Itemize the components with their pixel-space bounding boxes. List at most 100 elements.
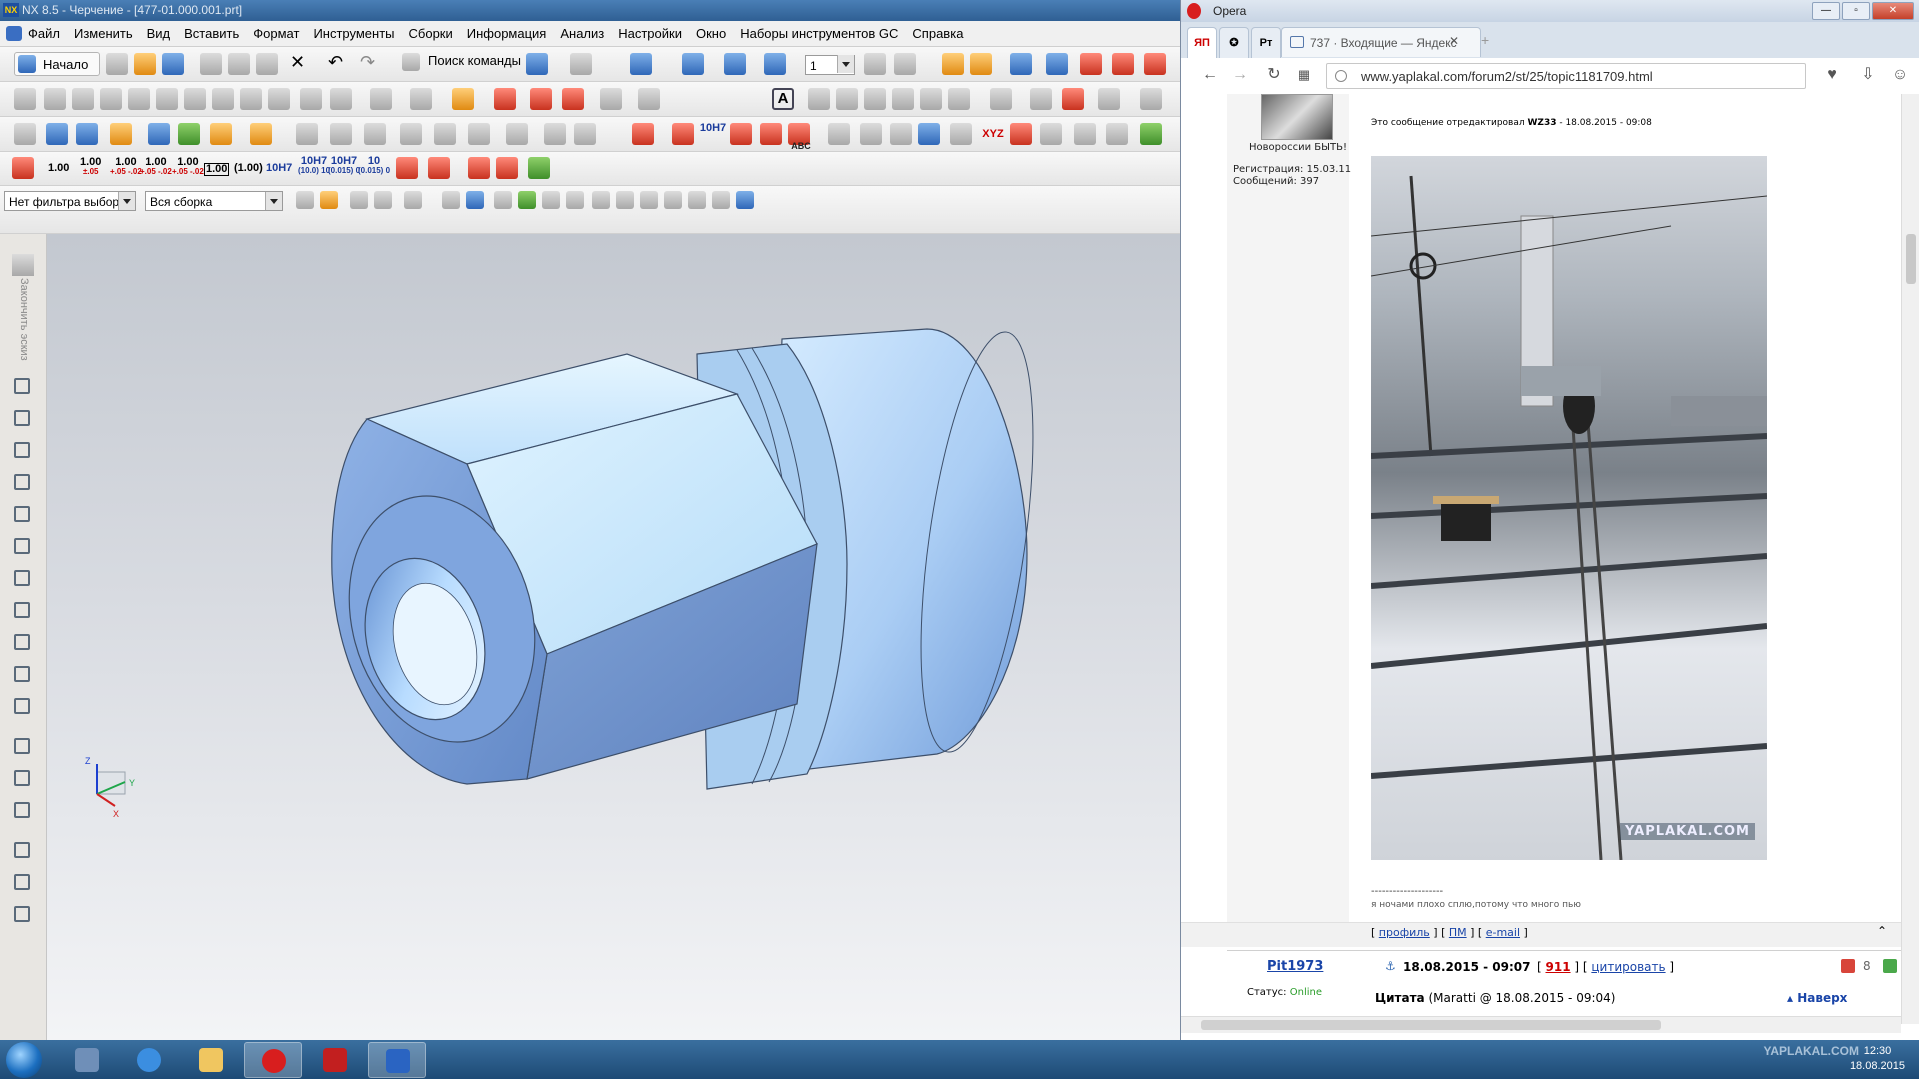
part-3d-model[interactable]: Z Y X: [47, 234, 1185, 1040]
layer-visibility-icon[interactable]: [894, 53, 916, 75]
title-block-icon[interactable]: [364, 123, 386, 145]
edit-view-icon[interactable]: [370, 88, 392, 110]
feature-control-frame-icon[interactable]: [808, 88, 830, 110]
snap-end-icon[interactable]: [970, 53, 992, 75]
target-point-icon[interactable]: [948, 88, 970, 110]
tolerance-limit-2-button[interactable]: 1.00 +.05 -.02: [172, 157, 204, 176]
select-hand-icon[interactable]: [374, 191, 392, 209]
dimension-perpendicular-icon[interactable]: [760, 123, 782, 145]
symbol-library-icon[interactable]: [434, 123, 456, 145]
tolerance-basic-button[interactable]: 1.00: [204, 163, 230, 176]
back-icon[interactable]: ←: [1201, 66, 1219, 84]
cell-settings-icon[interactable]: [210, 123, 232, 145]
taskbar-explorer[interactable]: [182, 1042, 240, 1078]
new-tab-icon[interactable]: +: [1481, 32, 1489, 48]
taskbar-nx[interactable]: [368, 1042, 426, 1078]
back-to-top-link[interactable]: ▴ Наверх: [1787, 991, 1847, 1005]
image-icon[interactable]: [1140, 88, 1162, 110]
tab-pinned-rt[interactable]: Рт: [1251, 27, 1281, 58]
view-boundary-icon[interactable]: [184, 88, 206, 110]
centermark-icon[interactable]: [1030, 88, 1052, 110]
diameter-alt-icon[interactable]: [496, 157, 518, 179]
fit-10-limits-button[interactable]: 10 (0.015) 0: [358, 156, 390, 175]
tray-clock[interactable]: 12:30 18.08.2015: [1850, 1044, 1905, 1074]
snap-curve-icon[interactable]: [592, 191, 610, 209]
surface-finish-icon[interactable]: [892, 88, 914, 110]
menu-gc-toolkits[interactable]: Наборы инструментов GC: [740, 26, 898, 41]
tolerance-bilateral-button[interactable]: 1.00 ±.05: [80, 157, 101, 176]
snap-point-on-curve-icon[interactable]: [688, 191, 706, 209]
polygon-tool-icon[interactable]: [10, 598, 34, 622]
speed-dial-grid-icon[interactable]: ▦: [1295, 66, 1313, 84]
select-body-icon[interactable]: [1144, 53, 1166, 75]
dimension-vertical-icon[interactable]: [672, 123, 694, 145]
menu-format[interactable]: Формат: [253, 26, 299, 41]
quote-link[interactable]: цитировать: [1591, 960, 1665, 974]
view-dependent-edit-icon[interactable]: [410, 88, 432, 110]
post-anchor-icon[interactable]: ⚓: [1385, 959, 1396, 973]
cylindrical-dimension-icon[interactable]: [530, 88, 552, 110]
ordinate-dimension-icon[interactable]: [828, 123, 850, 145]
dimension-parallel-icon[interactable]: [730, 123, 752, 145]
break-view-icon[interactable]: [156, 88, 178, 110]
weld-symbol-icon[interactable]: [920, 88, 942, 110]
sheet-icon[interactable]: [1074, 123, 1096, 145]
taskbar-app-1[interactable]: [58, 1042, 116, 1078]
command-finder-button[interactable]: Поиск команды: [402, 53, 521, 71]
refresh-icon[interactable]: [1010, 123, 1032, 145]
hatch-icon[interactable]: [1062, 88, 1084, 110]
triangle-icon[interactable]: [860, 123, 882, 145]
post-photo[interactable]: YAPLAKAL.COM: [1371, 156, 1767, 860]
text-annotation-icon[interactable]: A: [772, 88, 794, 110]
diameter-icon[interactable]: [468, 157, 490, 179]
datum-feature-icon[interactable]: [836, 88, 858, 110]
windows-start-orb[interactable]: [6, 1042, 42, 1078]
rectangle-tool-icon[interactable]: [10, 566, 34, 590]
chain-dimension-icon[interactable]: [600, 88, 622, 110]
frame-corner-icon[interactable]: [574, 123, 596, 145]
page-vertical-scrollbar[interactable]: [1901, 94, 1919, 1024]
delete-icon[interactable]: ✕: [290, 53, 305, 71]
menu-view[interactable]: Вид: [147, 26, 171, 41]
url-input[interactable]: www.yaplakal.com/forum2/st/25/topic11817…: [1326, 63, 1806, 89]
centerline-icon[interactable]: [638, 88, 660, 110]
pencil-icon[interactable]: [1106, 123, 1128, 145]
fit-10h7-deviation-button[interactable]: 10H7 (10.0) 10: [298, 156, 330, 175]
scroll-thumb[interactable]: [1906, 234, 1916, 284]
tab-yaplakal[interactable]: ЯП: [1187, 27, 1217, 58]
menu-edit[interactable]: Изменить: [74, 26, 133, 41]
menu-analysis[interactable]: Анализ: [560, 26, 604, 41]
cut-icon[interactable]: [200, 53, 222, 75]
quick-extend-icon[interactable]: [10, 766, 34, 790]
snap-quadrant-icon[interactable]: [664, 191, 682, 209]
tab-speed-dial[interactable]: ✪: [1219, 27, 1249, 58]
general-selection-icon[interactable]: [296, 191, 314, 209]
post-rating[interactable]: 911: [1546, 960, 1571, 974]
select-face-icon[interactable]: [1080, 53, 1102, 75]
fillet-tool-icon[interactable]: [10, 502, 34, 526]
page-horizontal-scrollbar[interactable]: [1181, 1016, 1901, 1033]
open-folder-icon[interactable]: [134, 53, 156, 75]
view-style-icon[interactable]: [240, 88, 262, 110]
export-icon[interactable]: [1140, 123, 1162, 145]
close-button[interactable]: ✕: [1872, 2, 1914, 20]
snap-segment-icon[interactable]: [566, 191, 584, 209]
fit-10h7-button[interactable]: 10H7: [266, 163, 292, 174]
finish-sketch-icon[interactable]: [12, 254, 34, 276]
select-arrow-icon[interactable]: [350, 191, 368, 209]
center-of-gravity-icon[interactable]: [950, 123, 972, 145]
tolerance-reference-button[interactable]: (1.00): [234, 163, 263, 174]
menu-information[interactable]: Информация: [467, 26, 547, 41]
snap-endpoint-icon[interactable]: [494, 191, 512, 209]
offset-curve-icon[interactable]: [10, 694, 34, 718]
tolerance-unilateral-button[interactable]: 1.00 +.05 -.02: [110, 157, 142, 176]
circle-tool-icon[interactable]: [10, 470, 34, 494]
point-icon[interactable]: [918, 123, 940, 145]
profile-link[interactable]: профиль: [1379, 926, 1430, 939]
email-link[interactable]: e-mail: [1486, 926, 1520, 939]
bookmark-heart-icon[interactable]: ♥: [1823, 66, 1841, 84]
view-label-icon[interactable]: [1040, 123, 1062, 145]
select-icon[interactable]: [1010, 53, 1032, 75]
leader-icon[interactable]: [396, 157, 418, 179]
fit-10h7-limits-button[interactable]: 10H7 (0.015) 0: [328, 156, 360, 175]
